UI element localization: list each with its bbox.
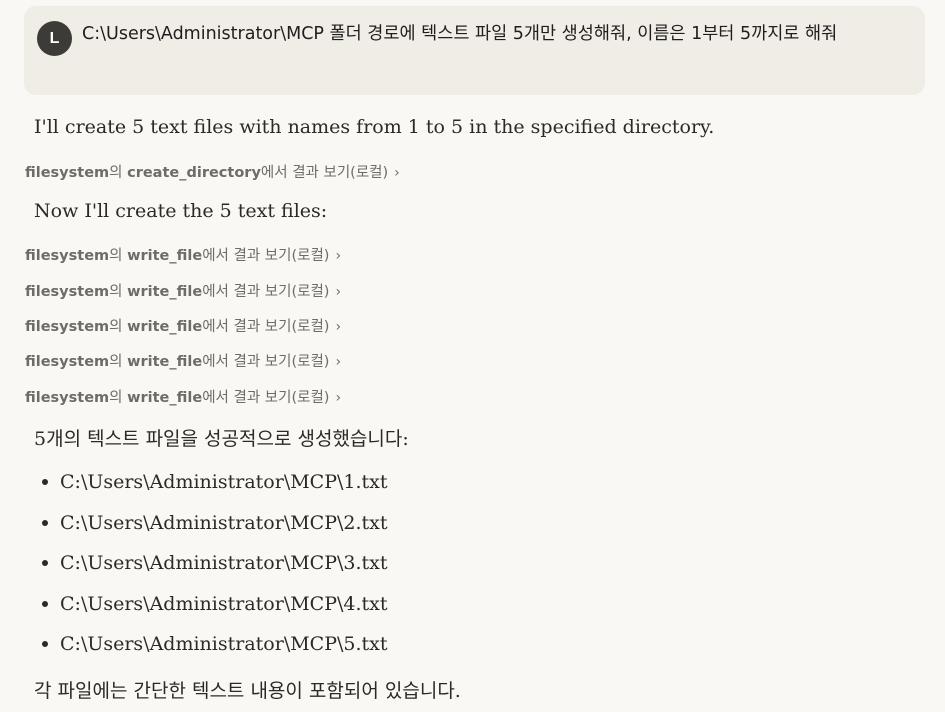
assistant-middle-text: Now I'll create the 5 text files: xyxy=(34,200,328,222)
list-item: C:\Users\Administrator\MCP\2.txt xyxy=(38,503,388,544)
file-path: C:\Users\Administrator\MCP\2.txt xyxy=(60,511,388,534)
chevron-right-icon: › xyxy=(335,354,342,370)
tool-name: write_file xyxy=(127,354,203,370)
created-files-list: C:\Users\Administrator\MCP\1.txt C:\User… xyxy=(38,462,388,665)
bullet-icon xyxy=(42,519,48,526)
chevron-right-icon: › xyxy=(335,248,342,264)
tool-server-name: filesystem xyxy=(25,354,110,370)
tool-server-name: filesystem xyxy=(25,390,110,406)
bullet-icon xyxy=(42,479,48,485)
tool-call-write-file-3[interactable]: filesystem의 write_file에서 결과 보기(로컬) › xyxy=(25,316,341,338)
tool-view-result-label: 에서 결과 보기(로컬) xyxy=(202,284,330,300)
tool-name: write_file xyxy=(127,390,203,406)
tool-view-result-label: 에서 결과 보기(로컬) xyxy=(260,165,389,181)
user-avatar: L xyxy=(37,21,72,56)
assistant-closing-text: 각 파일에는 간단한 텍스트 내용이 포함되어 있습니다. xyxy=(34,680,461,702)
tool-server-name: filesystem xyxy=(25,319,110,335)
chevron-right-icon: › xyxy=(394,165,400,181)
list-item: C:\Users\Administrator\MCP\1.txt xyxy=(38,462,388,503)
tool-view-result-label: 에서 결과 보기(로컬) xyxy=(202,390,330,406)
bullet-icon xyxy=(42,560,48,566)
user-message-bubble: L C:\Users\Administrator\MCP 폴더 경로에 텍스트 … xyxy=(24,6,925,95)
list-item: C:\Users\Administrator\MCP\4.txt xyxy=(38,584,388,625)
tool-call-write-file-5[interactable]: filesystem의 write_file에서 결과 보기(로컬) › xyxy=(25,387,341,409)
chevron-right-icon: › xyxy=(335,319,342,335)
file-path: C:\Users\Administrator\MCP\4.txt xyxy=(60,592,388,615)
file-path: C:\Users\Administrator\MCP\3.txt xyxy=(60,552,388,574)
tool-particle: 의 xyxy=(109,284,128,300)
list-item: C:\Users\Administrator\MCP\5.txt xyxy=(38,624,388,665)
tool-server-name: filesystem xyxy=(25,248,110,264)
tool-call-write-file-4[interactable]: filesystem의 write_file에서 결과 보기(로컬) › xyxy=(25,351,341,373)
chevron-right-icon: › xyxy=(335,284,342,300)
tool-call-write-file-2[interactable]: filesystem의 write_file에서 결과 보기(로컬) › xyxy=(25,281,341,303)
tool-particle: 의 xyxy=(109,354,128,370)
list-item: C:\Users\Administrator\MCP\3.txt xyxy=(38,543,388,584)
tool-particle: 의 xyxy=(109,319,128,335)
tool-view-result-label: 에서 결과 보기(로컬) xyxy=(202,354,330,370)
tool-server-name: filesystem xyxy=(25,284,110,300)
file-path: C:\Users\Administrator\MCP\5.txt xyxy=(60,633,388,655)
tool-server-name: filesystem xyxy=(25,165,110,181)
tool-name: write_file xyxy=(127,319,203,335)
tool-call-create-directory[interactable]: filesystem의 create_directory에서 결과 보기(로컬)… xyxy=(25,162,400,184)
tool-particle: 의 xyxy=(109,390,128,406)
tool-view-result-label: 에서 결과 보기(로컬) xyxy=(202,248,330,264)
tool-view-result-label: 에서 결과 보기(로컬) xyxy=(202,319,330,335)
bullet-icon xyxy=(42,641,48,647)
file-path: C:\Users\Administrator\MCP\1.txt xyxy=(60,471,388,493)
user-message-text: C:\Users\Administrator\MCP 폴더 경로에 텍스트 파일… xyxy=(82,24,838,44)
tool-call-write-file-1[interactable]: filesystem의 write_file에서 결과 보기(로컬) › xyxy=(25,245,341,267)
assistant-intro-text: I'll create 5 text files with names from… xyxy=(34,116,715,138)
chevron-right-icon: › xyxy=(335,390,342,406)
tool-name: create_directory xyxy=(127,165,261,181)
tool-name: write_file xyxy=(127,284,203,300)
tool-particle: 의 xyxy=(109,165,128,181)
tool-name: write_file xyxy=(127,248,203,264)
assistant-summary-text: 5개의 텍스트 파일을 성공적으로 생성했습니다: xyxy=(34,428,409,450)
bullet-icon xyxy=(42,600,48,607)
tool-particle: 의 xyxy=(109,248,128,264)
